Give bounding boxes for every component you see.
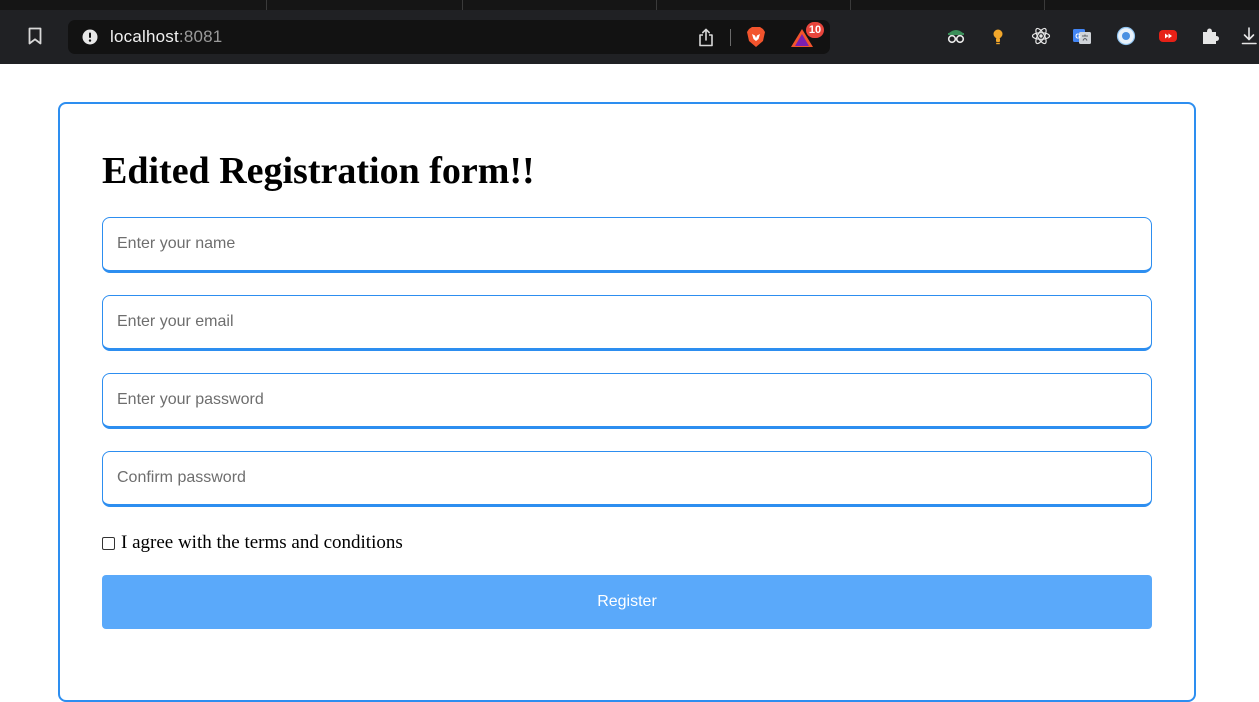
password-field[interactable] bbox=[102, 373, 1152, 429]
rewards-badge: 10 bbox=[806, 22, 824, 38]
terms-label[interactable]: I agree with the terms and conditions bbox=[121, 532, 403, 554]
tab-segment[interactable] bbox=[656, 0, 851, 10]
address-bar-divider bbox=[730, 29, 731, 46]
name-field[interactable] bbox=[102, 217, 1152, 273]
brave-shields-icon[interactable] bbox=[746, 26, 766, 48]
address-bar[interactable]: localhost:8081 10 bbox=[68, 20, 830, 54]
puzzle-piece-icon[interactable] bbox=[1200, 26, 1220, 46]
bookmark-icon[interactable] bbox=[28, 27, 42, 45]
tab-segment[interactable] bbox=[462, 0, 657, 10]
share-icon[interactable] bbox=[698, 28, 714, 47]
tab-strip bbox=[0, 0, 1259, 10]
tab-segment[interactable] bbox=[0, 0, 267, 10]
url-host: localhost bbox=[110, 27, 179, 46]
url-text[interactable]: localhost:8081 bbox=[110, 27, 222, 47]
register-button[interactable]: Register bbox=[102, 575, 1152, 629]
browser-toolbar: localhost:8081 10 G bbox=[0, 0, 1259, 64]
react-devtools-icon[interactable] bbox=[1031, 26, 1051, 46]
download-icon[interactable] bbox=[1240, 26, 1259, 46]
tab-segment[interactable] bbox=[850, 0, 1045, 10]
terms-row[interactable]: I agree with the terms and conditions bbox=[102, 531, 403, 555]
terms-checkbox[interactable] bbox=[102, 537, 115, 550]
site-info-icon[interactable] bbox=[82, 29, 98, 45]
lightbulb-icon[interactable] bbox=[988, 26, 1008, 46]
tab-segment[interactable] bbox=[266, 0, 463, 10]
svg-text:G: G bbox=[1075, 34, 1081, 41]
youtube-forward-icon[interactable] bbox=[1158, 26, 1178, 46]
google-translate-icon[interactable]: G bbox=[1072, 26, 1092, 46]
confirm-password-field[interactable] bbox=[102, 451, 1152, 507]
url-port: :8081 bbox=[178, 27, 223, 46]
circle-extension-icon[interactable] bbox=[1116, 26, 1136, 46]
spy-glasses-icon[interactable] bbox=[946, 26, 966, 46]
form-title: Edited Registration form!! bbox=[102, 150, 535, 192]
email-field[interactable] bbox=[102, 295, 1152, 351]
